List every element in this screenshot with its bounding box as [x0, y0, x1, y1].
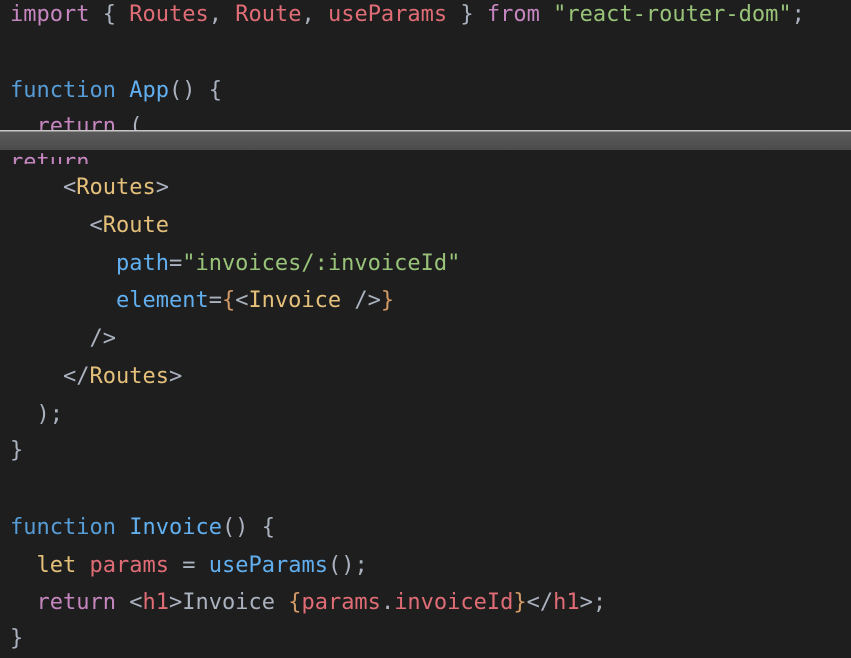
path-value-string: "invoices/:invoiceId" — [182, 251, 461, 276]
semicolon: ; — [791, 2, 805, 27]
routes-close-tag: Routes — [89, 364, 169, 389]
useparams-call: useParams — [208, 553, 328, 578]
h1-text: Invoice — [182, 590, 289, 615]
h1-tag: h1 — [142, 590, 169, 615]
close-brace-2: } — [10, 626, 24, 651]
function-keyword-2: function — [10, 515, 116, 540]
route-tag: Route — [102, 213, 169, 238]
code-line-return-clipped-bottom: return ( — [10, 150, 90, 164]
code-line-route-open: <Route — [89, 213, 169, 238]
params-variable: params — [89, 553, 169, 578]
code-line-return-h1: return <h1>Invoice {params.invoiceId}</h… — [36, 590, 607, 615]
import-close-brace: } — [460, 2, 474, 27]
code-line-close-brace-invoice: } — [10, 624, 23, 654]
import-keyword: import — [10, 2, 90, 27]
code-line-close-paren: ); — [10, 400, 64, 430]
import-name-route: Route — [235, 2, 302, 27]
params-expr-obj: params — [301, 590, 381, 615]
code-line-function-app: function App() { — [10, 76, 222, 106]
code-line-close-brace-app: } — [10, 436, 23, 466]
function-keyword: function — [10, 78, 116, 103]
import-open-brace: { — [102, 2, 116, 27]
invoice-function-name: Invoice — [129, 515, 222, 540]
code-line-element-attr: element={<Invoice />} — [115, 288, 395, 313]
code-line-let-params: let params = useParams(); — [36, 553, 368, 578]
code-line-function-invoice: function Invoice() { — [10, 515, 275, 540]
code-line-routes-open: <Routes> — [62, 175, 169, 200]
app-function-name: App — [129, 78, 169, 103]
parens: () — [168, 78, 196, 103]
path-attribute: path — [115, 251, 169, 276]
sticky-scroll-divider — [0, 130, 851, 150]
close-brace: } — [10, 438, 24, 463]
module-string: "react-router-dom" — [553, 2, 792, 27]
h1-close-tag: h1 — [553, 590, 580, 615]
self-close: /> — [89, 326, 116, 351]
let-keyword: let — [36, 553, 77, 578]
code-line-import: import { Routes, Route, useParams } from… — [10, 2, 805, 27]
code-line-return-clipped-top: return ( — [36, 114, 143, 130]
invoice-component-tag: Invoice — [248, 288, 342, 313]
code-line-route-self-close: /> — [10, 324, 116, 354]
from-keyword: from — [486, 2, 540, 27]
params-expr-prop: invoiceId — [394, 590, 514, 615]
code-line-routes-close: </Routes> — [62, 364, 183, 389]
close-paren: ); — [36, 402, 64, 427]
routes-tag: Routes — [76, 175, 156, 200]
import-name-useparams: useParams — [327, 2, 448, 27]
open-brace: { — [208, 78, 222, 103]
import-name-routes: Routes — [129, 2, 209, 27]
code-line-path-attr: path="invoices/:invoiceId" — [115, 251, 461, 276]
return-keyword: return — [36, 590, 116, 615]
code-editor[interactable]: import { Routes, Route, useParams } from… — [0, 0, 851, 658]
element-attribute: element — [115, 288, 209, 313]
